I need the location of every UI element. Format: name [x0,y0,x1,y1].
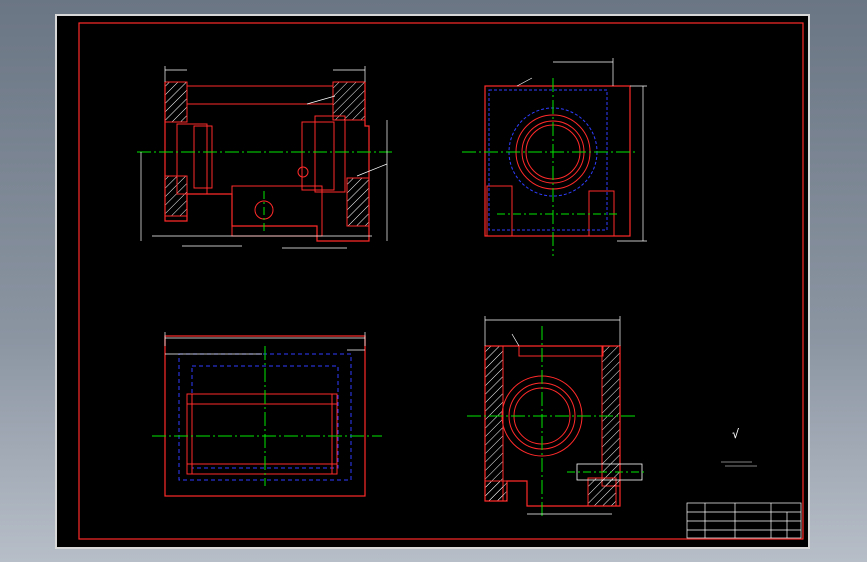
inner-bore-right [301,121,335,191]
roughness-symbol: √ [732,427,739,441]
leader-top [306,95,336,105]
end-dim-leader [511,333,520,347]
hatched-wall-right-top [332,81,366,121]
front-section-view [137,66,392,249]
roughness-note: √ [721,427,757,467]
side-leader [516,77,533,87]
cad-drawing-canvas: √ [78,22,804,540]
end-boss [518,345,604,357]
inner-bore-left-2 [193,125,213,189]
top-bore-outline [186,393,338,475]
hatched-wall-left-bottom [164,175,188,217]
leader-right [356,163,388,177]
end-hatch-base-left [484,480,508,502]
drawing-sheet: √ [55,14,810,549]
end-section-view [467,316,647,516]
end-hatch-left-wall [484,345,504,502]
inner-bore-right-2 [314,115,346,193]
side-base-step [486,185,513,237]
side-view [462,58,647,256]
title-block [686,502,802,539]
drawing-frame [78,22,804,540]
hatched-wall-right-bottom [346,177,370,227]
end-hatch-base-right [587,477,617,507]
pin-hole-small [297,166,309,178]
hatched-wall-left-top [164,81,188,123]
title-block-outline [686,502,802,539]
top-view [152,332,382,497]
base-foot [231,185,323,237]
